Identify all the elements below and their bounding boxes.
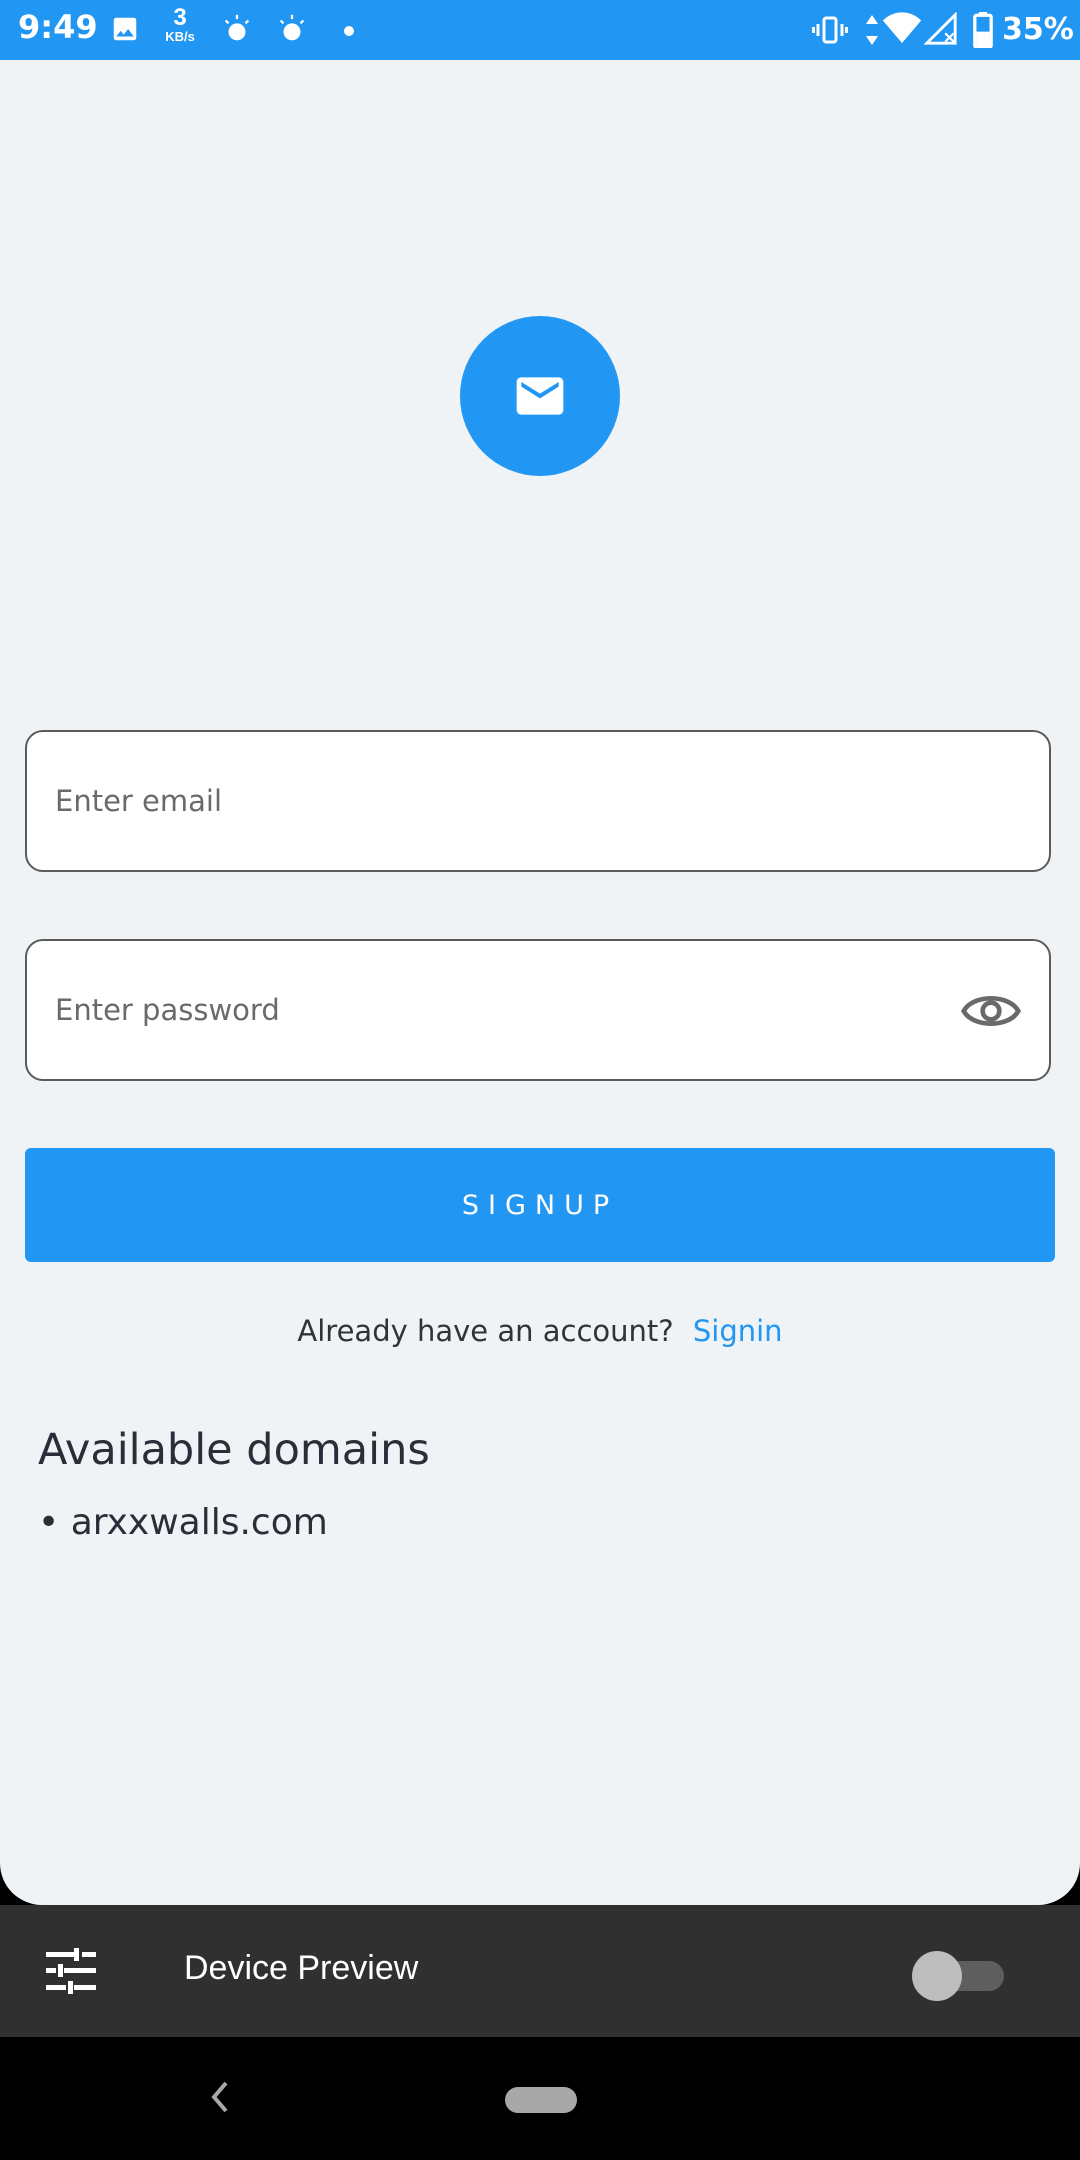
toggle-knob xyxy=(912,1951,962,2001)
wifi-icon xyxy=(882,10,922,51)
signup-button[interactable]: SIGNUP xyxy=(25,1148,1055,1262)
status-bar: 9:49 3 KB/s 35% xyxy=(0,0,1080,60)
signal-icon xyxy=(923,11,958,51)
vibrate-icon xyxy=(812,12,848,53)
battery-percent: 35% xyxy=(1002,12,1074,47)
home-pill[interactable] xyxy=(505,2087,577,2113)
app-content: SIGNUP Already have an account? Signin A… xyxy=(0,60,1080,1905)
email-field[interactable] xyxy=(25,730,1051,872)
mail-icon xyxy=(516,377,564,415)
back-chevron-icon[interactable] xyxy=(208,2077,232,2122)
eye-icon[interactable] xyxy=(959,985,1023,1042)
domain-name: arxxwalls.com xyxy=(70,1502,328,1543)
battery-icon xyxy=(972,12,994,53)
system-nav-bar xyxy=(0,2037,1080,2160)
device-preview-toggle[interactable] xyxy=(912,1949,1008,2001)
brightness-icon xyxy=(275,12,309,51)
bullet: • xyxy=(38,1502,71,1543)
signin-prompt: Already have an account? Signin xyxy=(0,1314,1080,1348)
device-preview-label: Device Preview xyxy=(184,1949,419,1987)
password-field[interactable] xyxy=(25,939,1051,1081)
password-input[interactable] xyxy=(55,941,935,1079)
email-input[interactable] xyxy=(55,732,935,870)
account-prompt-text: Already have an account? xyxy=(297,1314,674,1348)
status-time: 9:49 xyxy=(18,8,98,46)
brightness-icon xyxy=(220,12,254,51)
domains-heading: Available domains xyxy=(38,1425,430,1475)
signin-link[interactable]: Signin xyxy=(693,1314,783,1348)
tune-icon[interactable] xyxy=(46,1948,96,1999)
data-arrows-icon xyxy=(862,12,882,53)
image-icon xyxy=(110,14,140,49)
device-preview-bar: Device Preview xyxy=(0,1905,1080,2037)
app-logo xyxy=(460,316,620,476)
net-speed: 3 KB/s xyxy=(165,4,195,44)
dot-icon xyxy=(343,24,355,42)
domain-list-item: • arxxwalls.com xyxy=(38,1502,328,1543)
